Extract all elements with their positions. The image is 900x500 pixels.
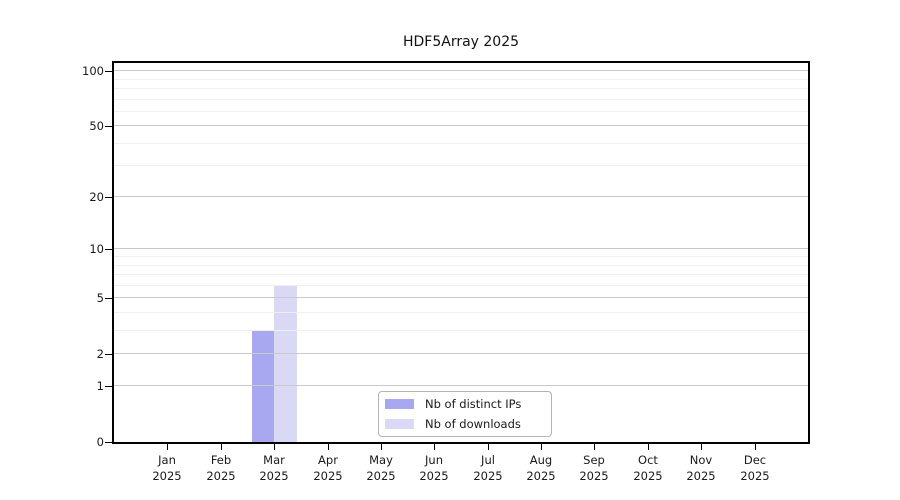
gridline-major bbox=[114, 352, 808, 354]
y-axis-tick bbox=[105, 71, 112, 72]
gridline-major bbox=[114, 125, 808, 127]
x-tick-label: Nov 2025 bbox=[686, 453, 716, 483]
gridline-minor bbox=[114, 273, 808, 275]
gridline-minor bbox=[114, 329, 808, 331]
legend-item-distinct-ips: Nb of distinct IPs bbox=[379, 396, 551, 413]
x-tick-label: Aug 2025 bbox=[526, 453, 556, 483]
chart-container: HDF5Array 2025 Nb of distinct IPs Nb of … bbox=[0, 0, 900, 500]
y-tick-label: 50 bbox=[89, 119, 104, 133]
chart-title: HDF5Array 2025 bbox=[402, 34, 520, 50]
legend-label-downloads: Nb of downloads bbox=[425, 417, 521, 431]
gridline-major bbox=[114, 196, 808, 198]
y-tick-label: 0 bbox=[96, 435, 104, 449]
x-axis-tick bbox=[381, 444, 382, 450]
gridline-minor bbox=[114, 165, 808, 167]
gridline-major bbox=[114, 385, 808, 387]
y-tick-label: 20 bbox=[89, 190, 104, 204]
x-tick-label: Apr 2025 bbox=[313, 453, 343, 483]
x-tick-label: Dec 2025 bbox=[740, 453, 770, 483]
legend-swatch-distinct-ips bbox=[385, 399, 414, 409]
y-axis-tick bbox=[105, 442, 112, 443]
x-tick-label: Feb 2025 bbox=[206, 453, 236, 483]
x-axis-tick bbox=[594, 444, 595, 450]
plot-inner bbox=[114, 63, 808, 442]
gridline-minor bbox=[114, 256, 808, 258]
x-axis-tick bbox=[434, 444, 435, 450]
gridline-major bbox=[114, 297, 808, 299]
x-axis-tick bbox=[167, 444, 168, 450]
x-tick-label: Jul 2025 bbox=[473, 453, 503, 483]
gridline-major bbox=[114, 70, 808, 72]
x-axis-tick bbox=[701, 444, 702, 450]
gridline-minor bbox=[114, 98, 808, 100]
legend: Nb of distinct IPs Nb of downloads bbox=[378, 391, 552, 437]
y-axis-tick bbox=[105, 298, 112, 299]
gridline-minor bbox=[114, 110, 808, 112]
x-tick-label: Oct 2025 bbox=[633, 453, 663, 483]
x-tick-label: Sep 2025 bbox=[579, 453, 609, 483]
x-tick-label: Jan 2025 bbox=[152, 453, 182, 483]
gridline-minor bbox=[114, 284, 808, 286]
y-axis-tick bbox=[105, 386, 112, 387]
y-axis-tick bbox=[105, 126, 112, 127]
y-tick-label: 100 bbox=[82, 64, 104, 78]
x-tick-label: Mar 2025 bbox=[259, 453, 289, 483]
gridline-minor bbox=[114, 78, 808, 80]
gridline-major bbox=[114, 248, 808, 250]
legend-swatch-downloads bbox=[385, 419, 414, 429]
x-axis-tick bbox=[488, 444, 489, 450]
x-axis-tick bbox=[755, 444, 756, 450]
x-tick-label: Jun 2025 bbox=[419, 453, 449, 483]
y-tick-label: 5 bbox=[96, 291, 104, 305]
y-tick-label: 10 bbox=[89, 242, 104, 256]
bar-nb-of-downloads bbox=[274, 286, 297, 442]
y-tick-label: 2 bbox=[96, 347, 104, 361]
y-axis-tick bbox=[105, 354, 112, 355]
gridline-minor bbox=[114, 142, 808, 144]
legend-item-downloads: Nb of downloads bbox=[379, 416, 551, 433]
x-axis-tick bbox=[221, 444, 222, 450]
gridline-minor bbox=[114, 311, 808, 313]
gridline-minor bbox=[114, 264, 808, 266]
y-axis-tick bbox=[105, 249, 112, 250]
x-axis-tick bbox=[274, 444, 275, 450]
bar-nb-of-distinct-ips bbox=[252, 331, 274, 442]
y-axis-tick bbox=[105, 197, 112, 198]
x-axis-tick bbox=[541, 444, 542, 450]
legend-label-distinct-ips: Nb of distinct IPs bbox=[425, 397, 522, 411]
x-axis-tick bbox=[648, 444, 649, 450]
x-axis-tick bbox=[328, 444, 329, 450]
y-tick-label: 1 bbox=[96, 379, 104, 393]
gridline-minor bbox=[114, 88, 808, 90]
x-tick-label: May 2025 bbox=[366, 453, 396, 483]
